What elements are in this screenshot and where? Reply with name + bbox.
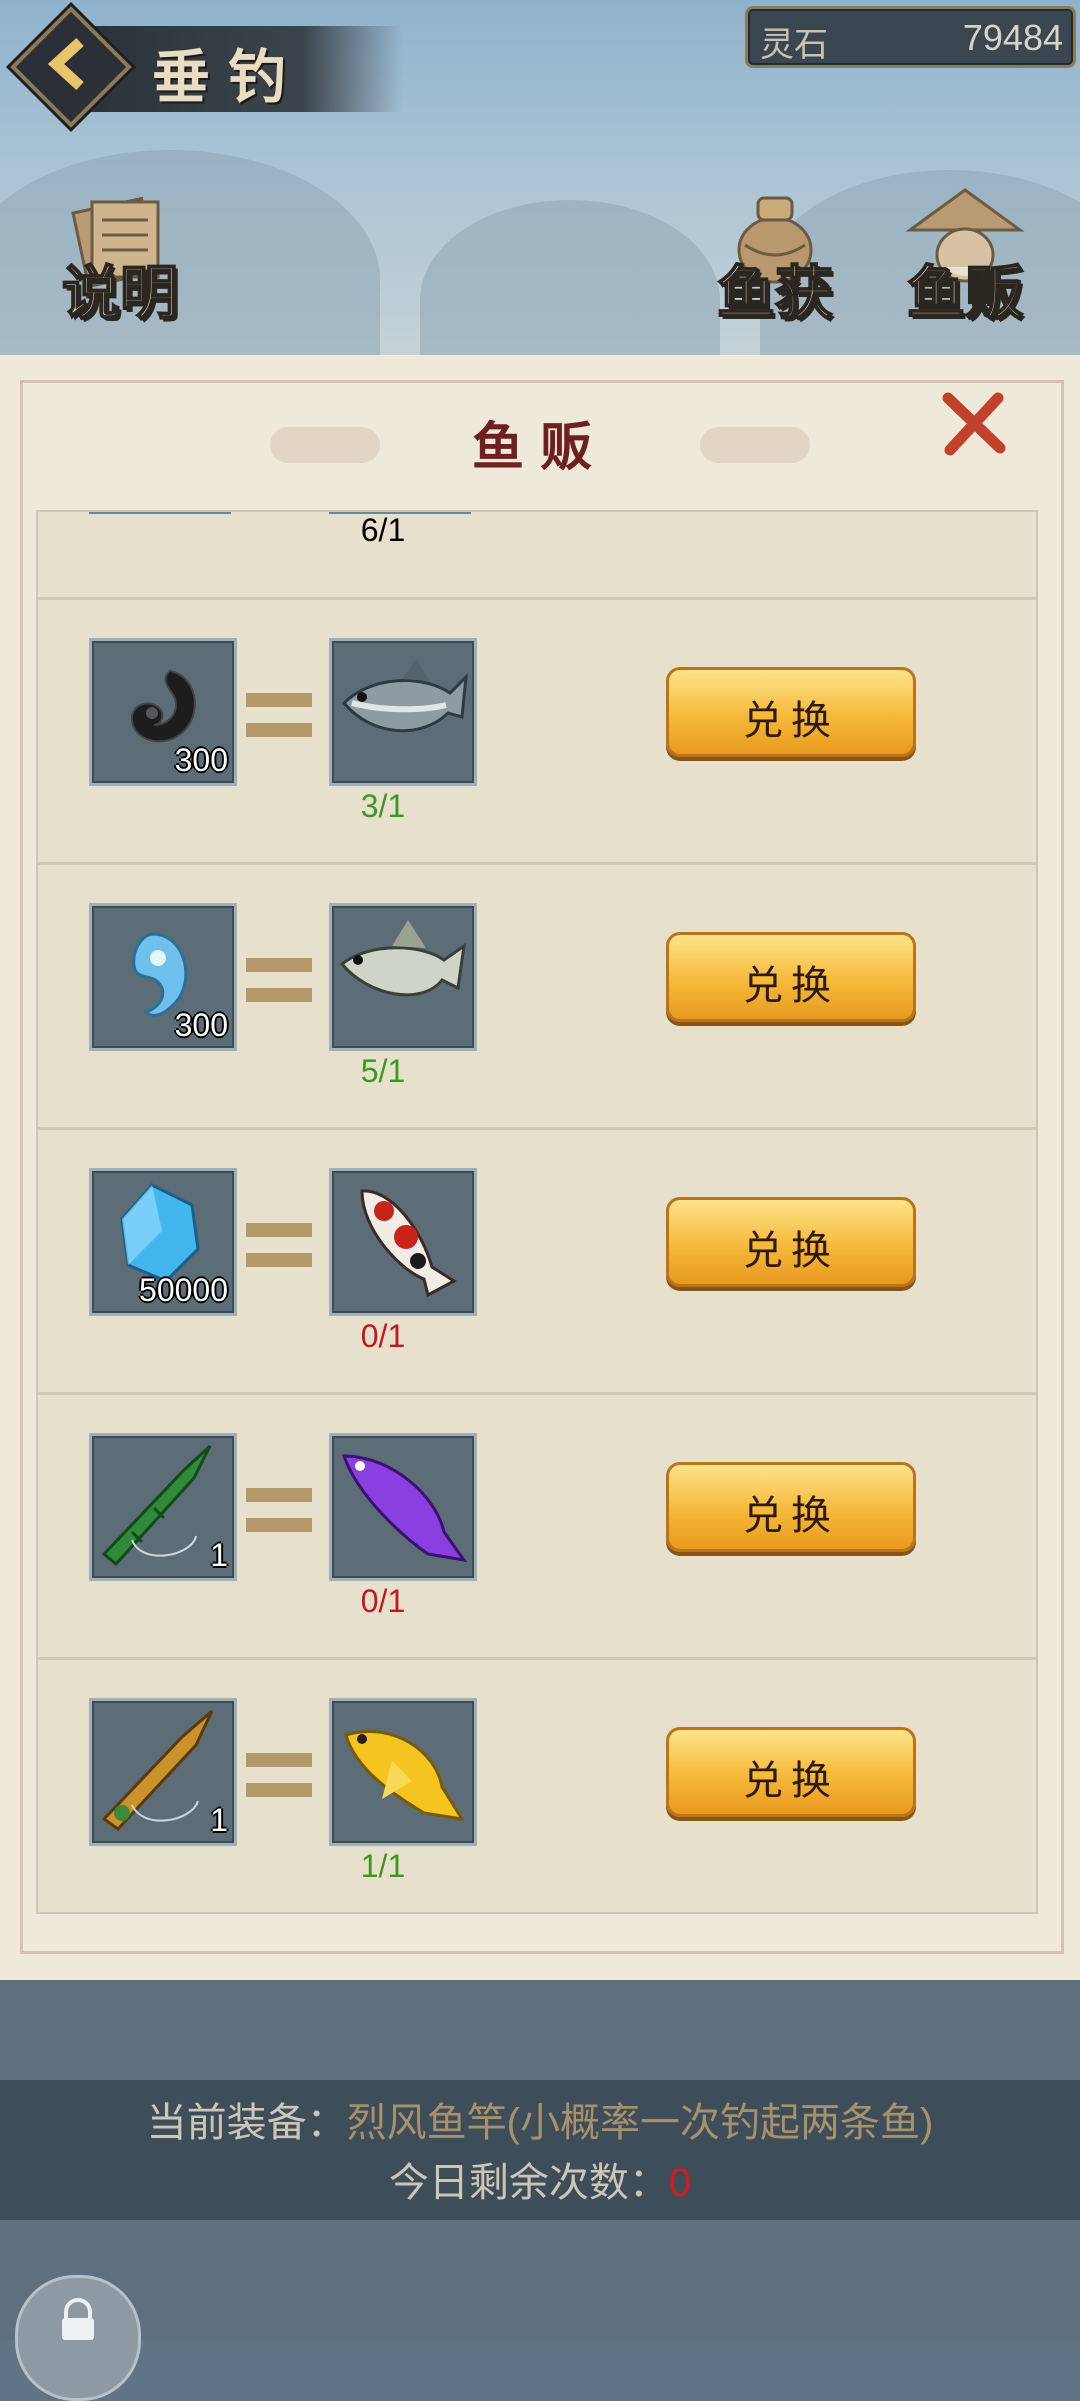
vendor-label: 鱼贩 (906, 258, 1024, 328)
exchange-button[interactable]: 兑换 (666, 667, 916, 757)
currency-label: 灵石 (760, 26, 828, 64)
slot-edge (89, 512, 231, 514)
lock-button[interactable] (15, 2275, 141, 2401)
exchange-button-label: 兑换 (743, 1229, 839, 1273)
chevron-left-icon (47, 37, 84, 91)
panel-title: 鱼贩 (471, 417, 608, 478)
cost-item-qty: 1 (210, 1802, 228, 1838)
equals-sign (246, 693, 312, 753)
equals-sign (246, 1488, 312, 1548)
trade-row: 300 3/1 兑换 (38, 597, 1036, 865)
trade-row: 300 5/1 兑换 (38, 862, 1036, 1130)
cost-item-slot[interactable]: 1 (89, 1433, 237, 1581)
cost-item-qty: 50000 (139, 1272, 228, 1308)
equipment-label: 当前装备： (146, 2101, 347, 2145)
trade-count: 3/1 (360, 788, 406, 824)
cost-item-slot[interactable]: 50000 (89, 1168, 237, 1316)
vendor-panel: 鱼贩 6/1 300 3/1 兑换 300 5/1 兑换 50000 0/1 兑… (0, 355, 1080, 1980)
slot-edge (329, 512, 471, 514)
cost-item-slot[interactable]: 1 (89, 1698, 237, 1846)
exchange-button[interactable]: 兑换 (666, 1727, 916, 1817)
trade-row: 1 1/1 兑换 (38, 1657, 1036, 1912)
trade-row: 6/1 (38, 512, 1036, 600)
reward-fish-slot[interactable] (329, 1168, 477, 1316)
exchange-button[interactable]: 兑换 (666, 1197, 916, 1287)
exchange-button-label: 兑换 (743, 1494, 839, 1538)
trade-count: 6/1 (360, 512, 406, 548)
golden-arowana-icon (344, 1729, 466, 1821)
page-title: 垂钓 (152, 43, 305, 111)
purple-arowana-icon (341, 1454, 468, 1563)
title-bar: 垂钓 (10, 6, 412, 128)
reward-fish-slot[interactable] (329, 903, 477, 1051)
trade-list[interactable]: 6/1 300 3/1 兑换 300 5/1 兑换 50000 0/1 兑换 1… (36, 510, 1038, 1914)
trade-row: 1 0/1 兑换 (38, 1392, 1036, 1660)
grey-bass-fish-icon (341, 659, 468, 733)
catch-button[interactable]: 鱼获 (705, 196, 845, 330)
mountain-shape (420, 200, 720, 360)
remaining-info: 今日剩余次数：0 (0, 2150, 1080, 2208)
white-perch-fish-icon (339, 920, 466, 997)
exchange-button-label: 兑换 (743, 1759, 839, 1803)
reward-fish-slot[interactable] (329, 1698, 477, 1846)
reward-fish-slot[interactable] (329, 638, 477, 786)
equals-sign (246, 1753, 312, 1813)
trade-count: 5/1 (360, 1053, 406, 1089)
reward-fish-slot[interactable] (329, 1433, 477, 1581)
currency-display: 灵石 79484 (745, 6, 1076, 68)
equipment-info: 当前装备：烈风鱼竿(小概率一次钓起两条鱼) (0, 2090, 1080, 2148)
trade-count: 0/1 (360, 1318, 406, 1354)
help-button[interactable]: 说明 (50, 196, 190, 330)
currency-value: 79484 (962, 17, 1063, 58)
cost-item-qty: 300 (174, 742, 228, 778)
cost-item-slot[interactable]: 300 (89, 638, 237, 786)
trade-row: 50000 0/1 兑换 (38, 1127, 1036, 1395)
trade-count: 1/1 (360, 1848, 406, 1884)
trade-count: 0/1 (360, 1583, 406, 1619)
close-button[interactable] (938, 390, 1008, 460)
remaining-value: 0 (668, 2161, 692, 2205)
cost-item-slot[interactable]: 300 (89, 903, 237, 1051)
equals-sign (246, 958, 312, 1018)
lock-icon (62, 2298, 94, 2340)
exchange-button[interactable]: 兑换 (666, 1462, 916, 1552)
back-button[interactable] (10, 6, 132, 128)
cost-item-qty: 300 (174, 1007, 228, 1043)
exchange-button-label: 兑换 (743, 964, 839, 1008)
catch-label: 鱼获 (716, 258, 834, 328)
equals-sign (246, 1223, 312, 1283)
help-label: 说明 (61, 258, 179, 328)
exchange-button-label: 兑换 (743, 699, 839, 743)
vendor-button[interactable]: 鱼贩 (895, 188, 1035, 330)
remaining-label: 今日剩余次数： (388, 2161, 669, 2205)
close-x-icon (942, 392, 1006, 456)
exchange-button[interactable]: 兑换 (666, 932, 916, 1022)
cost-item-qty: 1 (210, 1537, 228, 1573)
koi-fish-icon (360, 1189, 457, 1298)
equipment-value: 烈风鱼竿(小概率一次钓起两条鱼) (346, 2101, 934, 2145)
